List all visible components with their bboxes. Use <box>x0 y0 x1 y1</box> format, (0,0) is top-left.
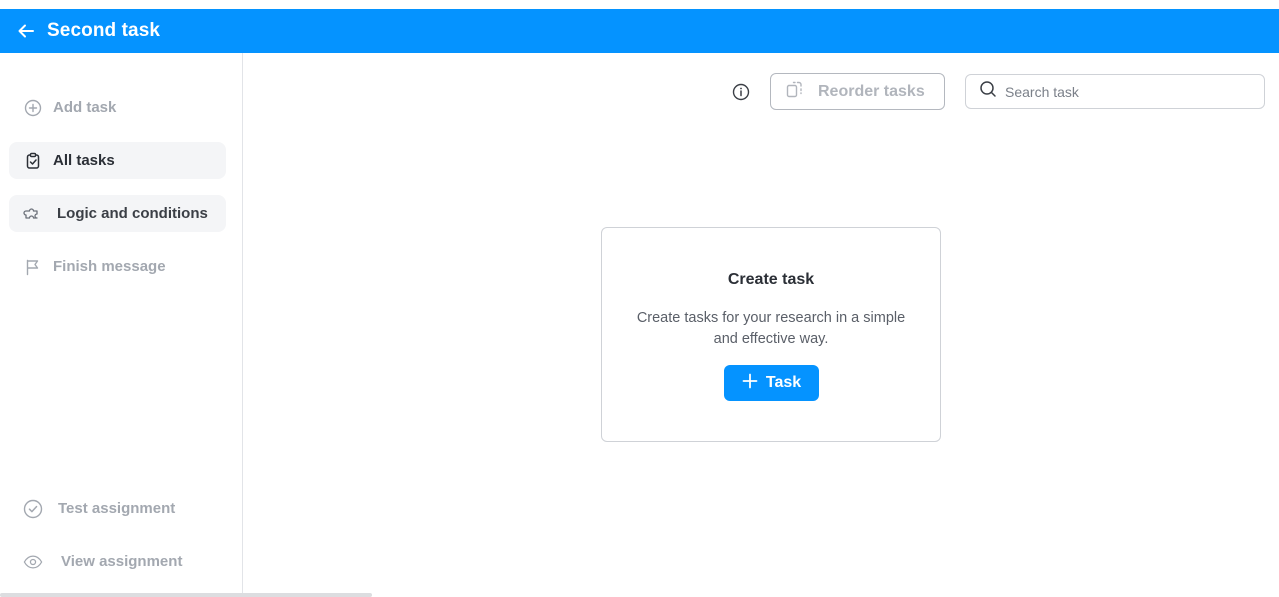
page-title: Second task <box>47 20 161 41</box>
top-gap <box>0 0 1279 9</box>
plus-circle-icon <box>23 98 43 118</box>
sidebar-item-label: Logic and conditions <box>57 205 208 222</box>
check-circle-icon <box>23 499 43 519</box>
arrow-left-icon[interactable] <box>16 21 36 41</box>
empty-state-title: Create task <box>727 271 815 288</box>
flag-icon <box>23 257 43 277</box>
sidebar-item-all-tasks[interactable]: All tasks <box>9 142 226 179</box>
plus-icon <box>742 373 758 394</box>
sidebar-item-label: Finish message <box>53 258 166 275</box>
sidebar: Add task All tasks Logic and conditions … <box>0 53 243 597</box>
sidebar-item-finish-message[interactable]: Finish message <box>9 248 226 285</box>
empty-state-description: Create tasks for your research in a simp… <box>636 310 906 347</box>
app-header: Second task <box>0 9 1279 53</box>
sidebar-item-add-task[interactable]: Add task <box>9 89 226 126</box>
horizontal-scrollbar[interactable] <box>0 593 372 597</box>
sidebar-item-label: Add task <box>53 99 117 116</box>
reorder-icon <box>785 79 805 104</box>
add-task-label: Task <box>765 374 802 391</box>
sidebar-item-label: All tasks <box>53 152 115 169</box>
sidebar-item-label: Test assignment <box>58 500 176 517</box>
search-box <box>965 74 1265 109</box>
add-task-button[interactable]: Task <box>724 365 819 401</box>
reorder-tasks-button[interactable]: Reorder tasks <box>770 73 945 110</box>
info-icon[interactable] <box>731 82 751 102</box>
sidebar-item-label: View assignment <box>61 553 183 570</box>
reorder-tasks-label: Reorder tasks <box>818 82 925 100</box>
clipboard-check-icon <box>23 151 43 171</box>
sidebar-item-view-assignment[interactable]: View assignment <box>9 543 226 580</box>
search-input[interactable] <box>1005 83 1245 100</box>
search-icon <box>979 80 997 103</box>
puzzle-icon <box>23 204 43 224</box>
sidebar-item-logic-and-conditions[interactable]: Logic and conditions <box>9 195 226 232</box>
eye-icon <box>23 552 43 572</box>
empty-state-card: Create task Create tasks for your resear… <box>601 227 941 442</box>
sidebar-item-test-assignment[interactable]: Test assignment <box>9 490 226 527</box>
